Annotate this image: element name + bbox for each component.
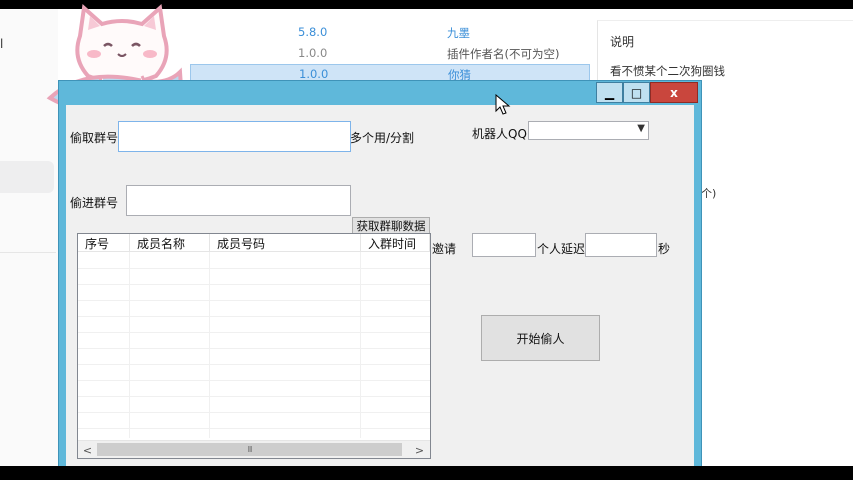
horizontal-scrollbar[interactable]: < III > (78, 440, 430, 458)
chevron-down-icon[interactable]: ▼ (637, 123, 645, 134)
plugin-author: 插件作者名(不可为空) (447, 47, 560, 61)
grid-row-line (78, 284, 430, 285)
sidebar-selected-item[interactable] (0, 161, 54, 193)
scroll-right-icon[interactable]: > (411, 442, 428, 458)
seconds-unit-label: 秒 (658, 242, 671, 256)
member-table-header: 序号 成员名称 成员号码 入群时间 (78, 234, 430, 252)
grid-row-line (78, 412, 430, 413)
robot-qq-label: 机器人QQ (472, 127, 527, 141)
invite-label: 邀请 (432, 242, 457, 256)
robot-qq-select[interactable]: ▼ (528, 121, 649, 140)
grid-row-line (78, 332, 430, 333)
plugin-version: 1.0.0 (299, 67, 329, 81)
mouse-cursor-icon (495, 94, 511, 115)
start-stealing-button[interactable]: 开始偷人 (481, 315, 600, 361)
grid-column-line (129, 252, 130, 438)
member-table[interactable]: 序号 成员名称 成员号码 入群时间 < III > (77, 233, 431, 459)
column-header-member-name[interactable]: 成员名称 (130, 234, 210, 252)
multi-separator-hint: 多个用/分割 (350, 131, 415, 145)
window-titlebar[interactable]: ▁ □ x (59, 81, 701, 105)
window-client-area: 偷取群号 多个用/分割 机器人QQ ▼ 偷进群号 获取群聊数据 序号 成员名称 … (66, 105, 694, 467)
grid-row-line (78, 396, 430, 397)
sidebar-divider (0, 252, 56, 253)
plugin-author: 九墨 (447, 26, 470, 40)
description-text: 看不惯某个二次狗圈钱 (610, 64, 725, 78)
grid-row-line (78, 300, 430, 301)
sidebar-fragment-text: l (0, 37, 4, 51)
group-stealer-window: ▁ □ x 偷取群号 多个用/分割 机器人QQ ▼ 偷进群号 获取群聊数据 序号… (58, 80, 702, 468)
plugin-row[interactable]: 5.8.0 九墨 (190, 23, 590, 41)
steal-group-label: 偷取群号 (70, 131, 119, 145)
plugin-version: 1.0.0 (298, 46, 328, 60)
letterbox-bottom (0, 466, 853, 480)
description-title: 说明 (610, 35, 635, 49)
steal-group-input[interactable] (118, 121, 351, 152)
grid-row-line (78, 316, 430, 317)
per-person-delay-label: 个人延迟 (537, 242, 586, 256)
column-header-join-time[interactable]: 入群时间 (361, 234, 430, 252)
grid-row-line (78, 364, 430, 365)
grid-row-line (78, 428, 430, 429)
grid-column-line (209, 252, 210, 438)
grid-row-line (78, 348, 430, 349)
plugin-version: 5.8.0 (298, 25, 328, 39)
scrollbar-thumb[interactable]: III (97, 443, 402, 456)
target-group-input[interactable] (126, 185, 351, 216)
minimize-button[interactable]: ▁ (596, 82, 623, 103)
grid-row-line (78, 268, 430, 269)
background-text-fragment: 个) (701, 187, 717, 200)
delay-input[interactable] (585, 233, 657, 257)
column-header-index[interactable]: 序号 (78, 234, 130, 252)
plugin-row[interactable]: 1.0.0 插件作者名(不可为空) (190, 44, 590, 62)
invite-count-input[interactable] (472, 233, 536, 257)
close-button[interactable]: x (650, 82, 698, 103)
column-header-member-number[interactable]: 成员号码 (210, 234, 361, 252)
maximize-button[interactable]: □ (623, 82, 650, 103)
target-group-label: 偷进群号 (70, 196, 119, 210)
scroll-left-icon[interactable]: < (79, 442, 96, 458)
grid-row-line (78, 380, 430, 381)
grid-column-line (360, 252, 361, 438)
